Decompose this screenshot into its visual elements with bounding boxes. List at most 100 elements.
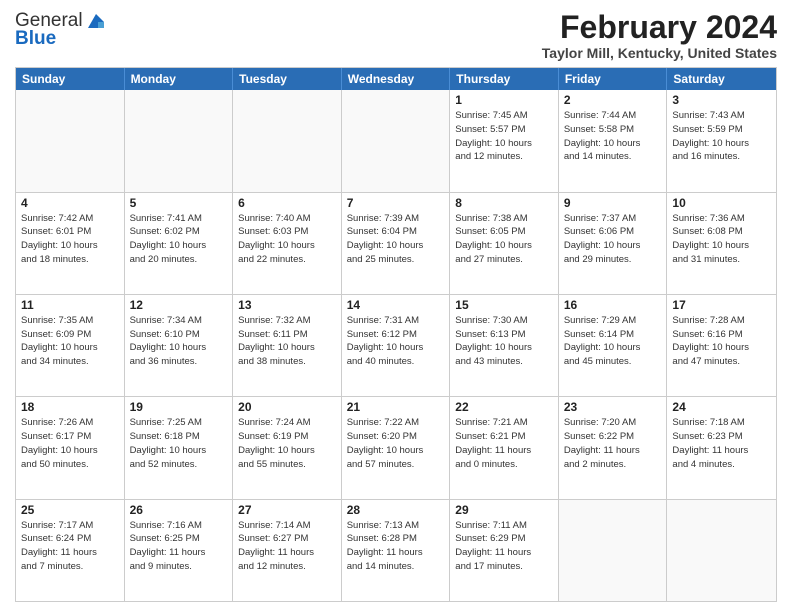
day-number: 27 (238, 503, 336, 517)
calendar: SundayMondayTuesdayWednesdayThursdayFrid… (15, 67, 777, 602)
day-cell: 11 Sunrise: 7:35 AM Sunset: 6:09 PM Dayli… (16, 295, 125, 396)
day-header-monday: Monday (125, 68, 234, 90)
logo: General Blue (15, 10, 107, 50)
location-title: Taylor Mill, Kentucky, United States (542, 45, 777, 61)
day-cell (667, 500, 776, 601)
day-info: Sunrise: 7:24 AM Sunset: 6:19 PM Dayligh… (238, 416, 336, 471)
day-cell: 23 Sunrise: 7:20 AM Sunset: 6:22 PM Dayli… (559, 397, 668, 498)
day-headers: SundayMondayTuesdayWednesdayThursdayFrid… (16, 68, 776, 90)
day-number: 3 (672, 93, 771, 107)
month-title: February 2024 (542, 10, 777, 45)
day-number: 23 (564, 400, 662, 414)
day-header-wednesday: Wednesday (342, 68, 451, 90)
day-cell: 19 Sunrise: 7:25 AM Sunset: 6:18 PM Dayli… (125, 397, 234, 498)
day-info: Sunrise: 7:35 AM Sunset: 6:09 PM Dayligh… (21, 314, 119, 369)
day-cell: 8 Sunrise: 7:38 AM Sunset: 6:05 PM Daylig… (450, 193, 559, 294)
day-info: Sunrise: 7:20 AM Sunset: 6:22 PM Dayligh… (564, 416, 662, 471)
day-info: Sunrise: 7:14 AM Sunset: 6:27 PM Dayligh… (238, 519, 336, 574)
day-info: Sunrise: 7:17 AM Sunset: 6:24 PM Dayligh… (21, 519, 119, 574)
day-header-sunday: Sunday (16, 68, 125, 90)
day-info: Sunrise: 7:25 AM Sunset: 6:18 PM Dayligh… (130, 416, 228, 471)
day-cell: 18 Sunrise: 7:26 AM Sunset: 6:17 PM Dayli… (16, 397, 125, 498)
day-number: 10 (672, 196, 771, 210)
day-cell: 5 Sunrise: 7:41 AM Sunset: 6:02 PM Daylig… (125, 193, 234, 294)
day-cell: 3 Sunrise: 7:43 AM Sunset: 5:59 PM Daylig… (667, 90, 776, 191)
day-info: Sunrise: 7:38 AM Sunset: 6:05 PM Dayligh… (455, 212, 553, 267)
day-info: Sunrise: 7:18 AM Sunset: 6:23 PM Dayligh… (672, 416, 771, 471)
day-info: Sunrise: 7:37 AM Sunset: 6:06 PM Dayligh… (564, 212, 662, 267)
day-cell (233, 90, 342, 191)
calendar-body: 1 Sunrise: 7:45 AM Sunset: 5:57 PM Daylig… (16, 90, 776, 601)
day-info: Sunrise: 7:34 AM Sunset: 6:10 PM Dayligh… (130, 314, 228, 369)
day-number: 21 (347, 400, 445, 414)
day-info: Sunrise: 7:16 AM Sunset: 6:25 PM Dayligh… (130, 519, 228, 574)
day-info: Sunrise: 7:43 AM Sunset: 5:59 PM Dayligh… (672, 109, 771, 164)
day-info: Sunrise: 7:39 AM Sunset: 6:04 PM Dayligh… (347, 212, 445, 267)
week-row-4: 18 Sunrise: 7:26 AM Sunset: 6:17 PM Dayli… (16, 396, 776, 498)
day-cell (16, 90, 125, 191)
day-info: Sunrise: 7:29 AM Sunset: 6:14 PM Dayligh… (564, 314, 662, 369)
day-header-friday: Friday (559, 68, 668, 90)
day-cell (559, 500, 668, 601)
day-cell: 6 Sunrise: 7:40 AM Sunset: 6:03 PM Daylig… (233, 193, 342, 294)
day-number: 11 (21, 298, 119, 312)
day-number: 29 (455, 503, 553, 517)
day-info: Sunrise: 7:40 AM Sunset: 6:03 PM Dayligh… (238, 212, 336, 267)
day-cell: 20 Sunrise: 7:24 AM Sunset: 6:19 PM Dayli… (233, 397, 342, 498)
title-block: February 2024 Taylor Mill, Kentucky, Uni… (542, 10, 777, 61)
day-info: Sunrise: 7:45 AM Sunset: 5:57 PM Dayligh… (455, 109, 553, 164)
week-row-1: 1 Sunrise: 7:45 AM Sunset: 5:57 PM Daylig… (16, 90, 776, 191)
day-number: 15 (455, 298, 553, 312)
day-cell: 16Sunrise: 7:29 AM Sunset: 6:14 PM Dayli… (559, 295, 668, 396)
day-cell: 21Sunrise: 7:22 AM Sunset: 6:20 PM Dayli… (342, 397, 451, 498)
day-cell (342, 90, 451, 191)
week-row-3: 11 Sunrise: 7:35 AM Sunset: 6:09 PM Dayli… (16, 294, 776, 396)
day-info: Sunrise: 7:31 AM Sunset: 6:12 PM Dayligh… (347, 314, 445, 369)
day-number: 20 (238, 400, 336, 414)
day-cell: 26 Sunrise: 7:16 AM Sunset: 6:25 PM Dayli… (125, 500, 234, 601)
day-cell: 29 Sunrise: 7:11 AM Sunset: 6:29 PM Dayli… (450, 500, 559, 601)
day-info: Sunrise: 7:28 AM Sunset: 6:16 PM Dayligh… (672, 314, 771, 369)
day-info: Sunrise: 7:30 AM Sunset: 6:13 PM Dayligh… (455, 314, 553, 369)
week-row-5: 25 Sunrise: 7:17 AM Sunset: 6:24 PM Dayli… (16, 499, 776, 601)
day-number: 2 (564, 93, 662, 107)
day-info: Sunrise: 7:42 AM Sunset: 6:01 PM Dayligh… (21, 212, 119, 267)
day-info: Sunrise: 7:11 AM Sunset: 6:29 PM Dayligh… (455, 519, 553, 574)
logo-blue: Blue (15, 28, 56, 50)
day-header-saturday: Saturday (667, 68, 776, 90)
day-cell: 1 Sunrise: 7:45 AM Sunset: 5:57 PM Daylig… (450, 90, 559, 191)
day-number: 4 (21, 196, 119, 210)
day-number: 18 (21, 400, 119, 414)
day-number: 6 (238, 196, 336, 210)
day-cell: 22 Sunrise: 7:21 AM Sunset: 6:21 PM Dayli… (450, 397, 559, 498)
day-number: 8 (455, 196, 553, 210)
day-number: 7 (347, 196, 445, 210)
day-cell: 12 Sunrise: 7:34 AM Sunset: 6:10 PM Dayli… (125, 295, 234, 396)
day-number: 17 (672, 298, 771, 312)
day-number: 9 (564, 196, 662, 210)
day-number: 5 (130, 196, 228, 210)
day-number: 14 (347, 298, 445, 312)
day-info: Sunrise: 7:21 AM Sunset: 6:21 PM Dayligh… (455, 416, 553, 471)
day-cell: 4 Sunrise: 7:42 AM Sunset: 6:01 PM Daylig… (16, 193, 125, 294)
day-number: 25 (21, 503, 119, 517)
day-info: Sunrise: 7:13 AM Sunset: 6:28 PM Dayligh… (347, 519, 445, 574)
day-header-tuesday: Tuesday (233, 68, 342, 90)
day-number: 26 (130, 503, 228, 517)
day-cell: 17 Sunrise: 7:28 AM Sunset: 6:16 PM Dayli… (667, 295, 776, 396)
logo-icon (84, 12, 106, 30)
day-number: 28 (347, 503, 445, 517)
day-info: Sunrise: 7:41 AM Sunset: 6:02 PM Dayligh… (130, 212, 228, 267)
day-cell: 28 Sunrise: 7:13 AM Sunset: 6:28 PM Dayli… (342, 500, 451, 601)
day-info: Sunrise: 7:26 AM Sunset: 6:17 PM Dayligh… (21, 416, 119, 471)
day-cell: 7 Sunrise: 7:39 AM Sunset: 6:04 PM Daylig… (342, 193, 451, 294)
day-info: Sunrise: 7:36 AM Sunset: 6:08 PM Dayligh… (672, 212, 771, 267)
day-cell: 10 Sunrise: 7:36 AM Sunset: 6:08 PM Dayli… (667, 193, 776, 294)
day-number: 24 (672, 400, 771, 414)
day-cell: 27 Sunrise: 7:14 AM Sunset: 6:27 PM Dayli… (233, 500, 342, 601)
day-number: 22 (455, 400, 553, 414)
day-number: 12 (130, 298, 228, 312)
day-number: 19 (130, 400, 228, 414)
day-info: Sunrise: 7:44 AM Sunset: 5:58 PM Dayligh… (564, 109, 662, 164)
day-number: 1 (455, 93, 553, 107)
